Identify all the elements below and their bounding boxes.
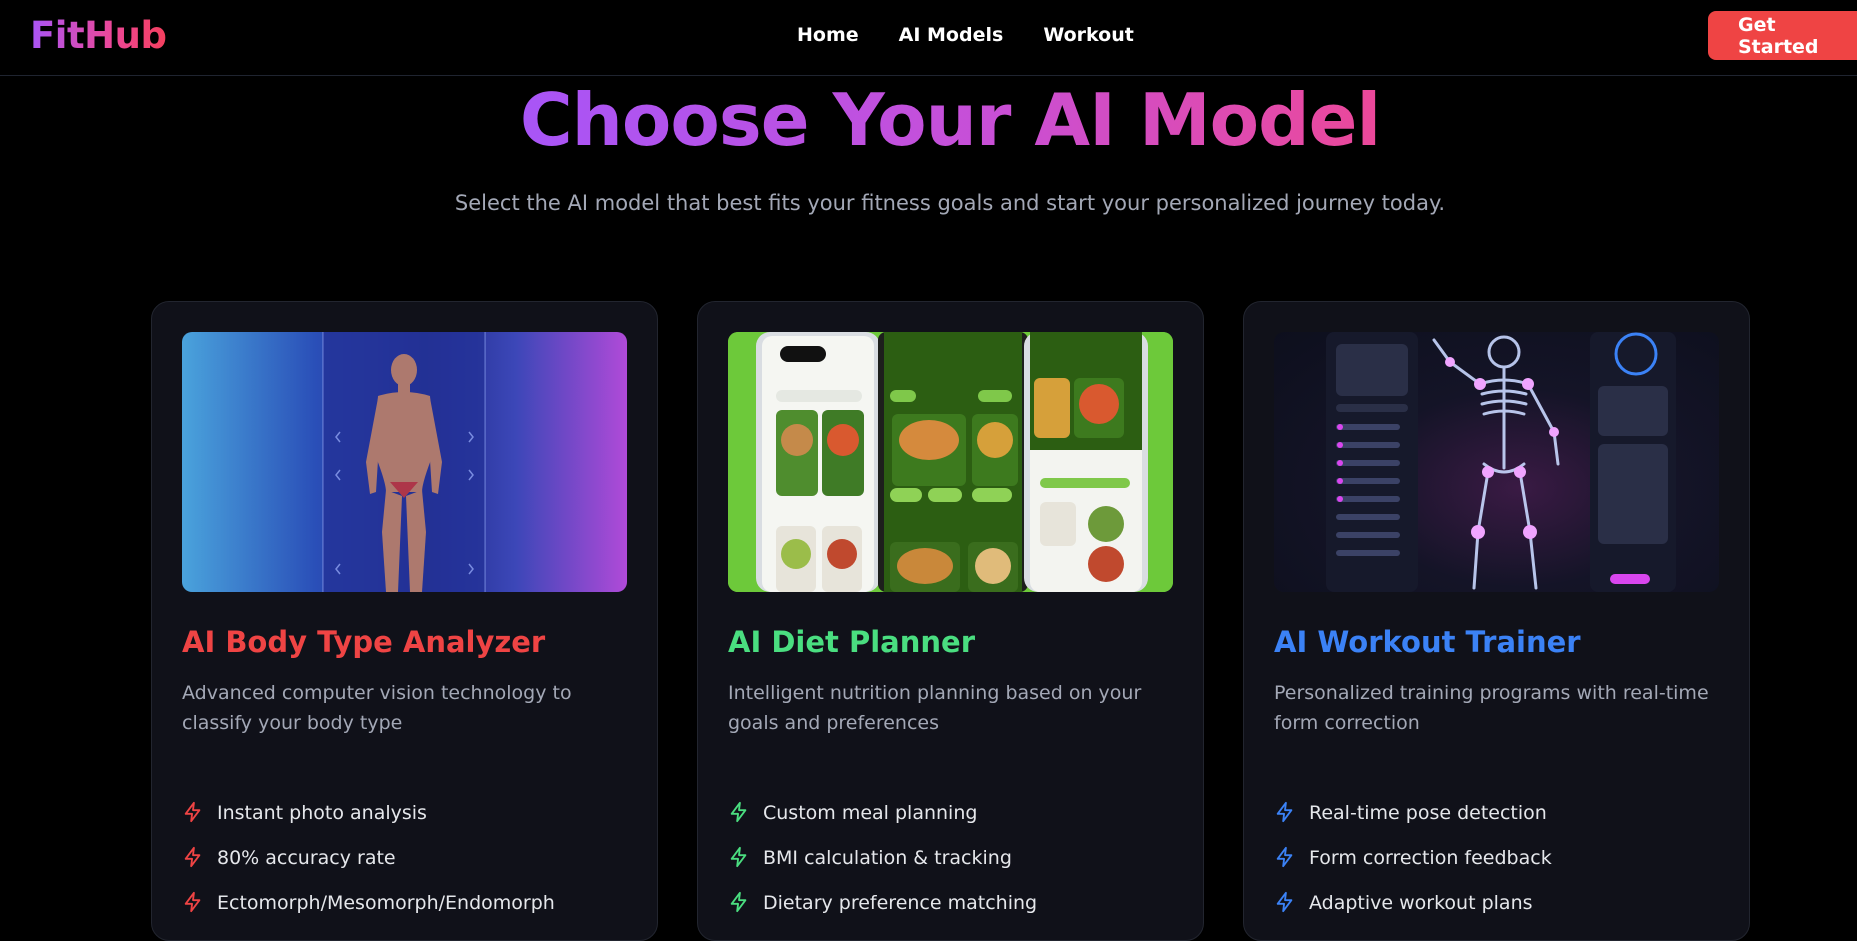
- model-card-workout-trainer[interactable]: AI Workout Trainer Personalized training…: [1243, 301, 1750, 941]
- lightning-bolt-icon: [184, 846, 201, 868]
- logo[interactable]: FitHub: [30, 14, 167, 57]
- lightning-bolt-icon: [730, 891, 747, 913]
- lightning-bolt-icon: [1276, 891, 1293, 913]
- page-subtitle: Select the AI model that best fits your …: [454, 191, 1446, 215]
- lightning-bolt-icon: [184, 801, 201, 823]
- feature-item: Real-time pose detection: [1274, 800, 1552, 845]
- feature-list: Instant photo analysis 80% accuracy rate…: [182, 800, 555, 935]
- card-title: AI Workout Trainer: [1274, 625, 1581, 659]
- feature-item: Custom meal planning: [728, 800, 1037, 845]
- model-card-body-type[interactable]: AI Body Type Analyzer Advanced computer …: [151, 301, 658, 941]
- workout-trainer-image: [1274, 332, 1719, 592]
- get-started-button[interactable]: Get Started: [1708, 11, 1857, 60]
- feature-list: Custom meal planning BMI calculation & t…: [728, 800, 1037, 935]
- body-analyzer-image: [182, 332, 627, 592]
- feature-item: Dietary preference matching: [728, 890, 1037, 935]
- card-title: AI Diet Planner: [728, 625, 975, 659]
- lightning-bolt-icon: [730, 801, 747, 823]
- nav-link-ai-models[interactable]: AI Models: [899, 24, 1004, 46]
- feature-item: 80% accuracy rate: [182, 845, 555, 890]
- feature-item: BMI calculation & tracking: [728, 845, 1037, 890]
- card-title: AI Body Type Analyzer: [182, 625, 546, 659]
- feature-item: Instant photo analysis: [182, 800, 555, 845]
- card-description: Advanced computer vision technology to c…: [182, 682, 572, 734]
- nav-link-workout[interactable]: Workout: [1043, 24, 1134, 46]
- lightning-bolt-icon: [1276, 846, 1293, 868]
- nav-links: Home AI Models Workout: [797, 24, 1134, 46]
- diet-planner-image: [728, 332, 1173, 592]
- card-description: Intelligent nutrition planning based on …: [728, 682, 1142, 734]
- page-title: Choose Your AI Model: [0, 78, 1857, 162]
- page-title-text: Choose Your AI Model: [519, 78, 1381, 162]
- feature-item: Form correction feedback: [1274, 845, 1552, 890]
- feature-item: Adaptive workout plans: [1274, 890, 1552, 935]
- model-card-diet-planner[interactable]: AI Diet Planner Intelligent nutrition pl…: [697, 301, 1204, 941]
- lightning-bolt-icon: [730, 846, 747, 868]
- nav-link-home[interactable]: Home: [797, 24, 859, 46]
- feature-item: Ectomorph/Mesomorph/Endomorph: [182, 890, 555, 935]
- feature-list: Real-time pose detection Form correction…: [1274, 800, 1552, 935]
- lightning-bolt-icon: [184, 891, 201, 913]
- card-description: Personalized training programs with real…: [1274, 682, 1709, 734]
- navbar: FitHub Home AI Models Workout Get Starte…: [0, 0, 1857, 76]
- lightning-bolt-icon: [1276, 801, 1293, 823]
